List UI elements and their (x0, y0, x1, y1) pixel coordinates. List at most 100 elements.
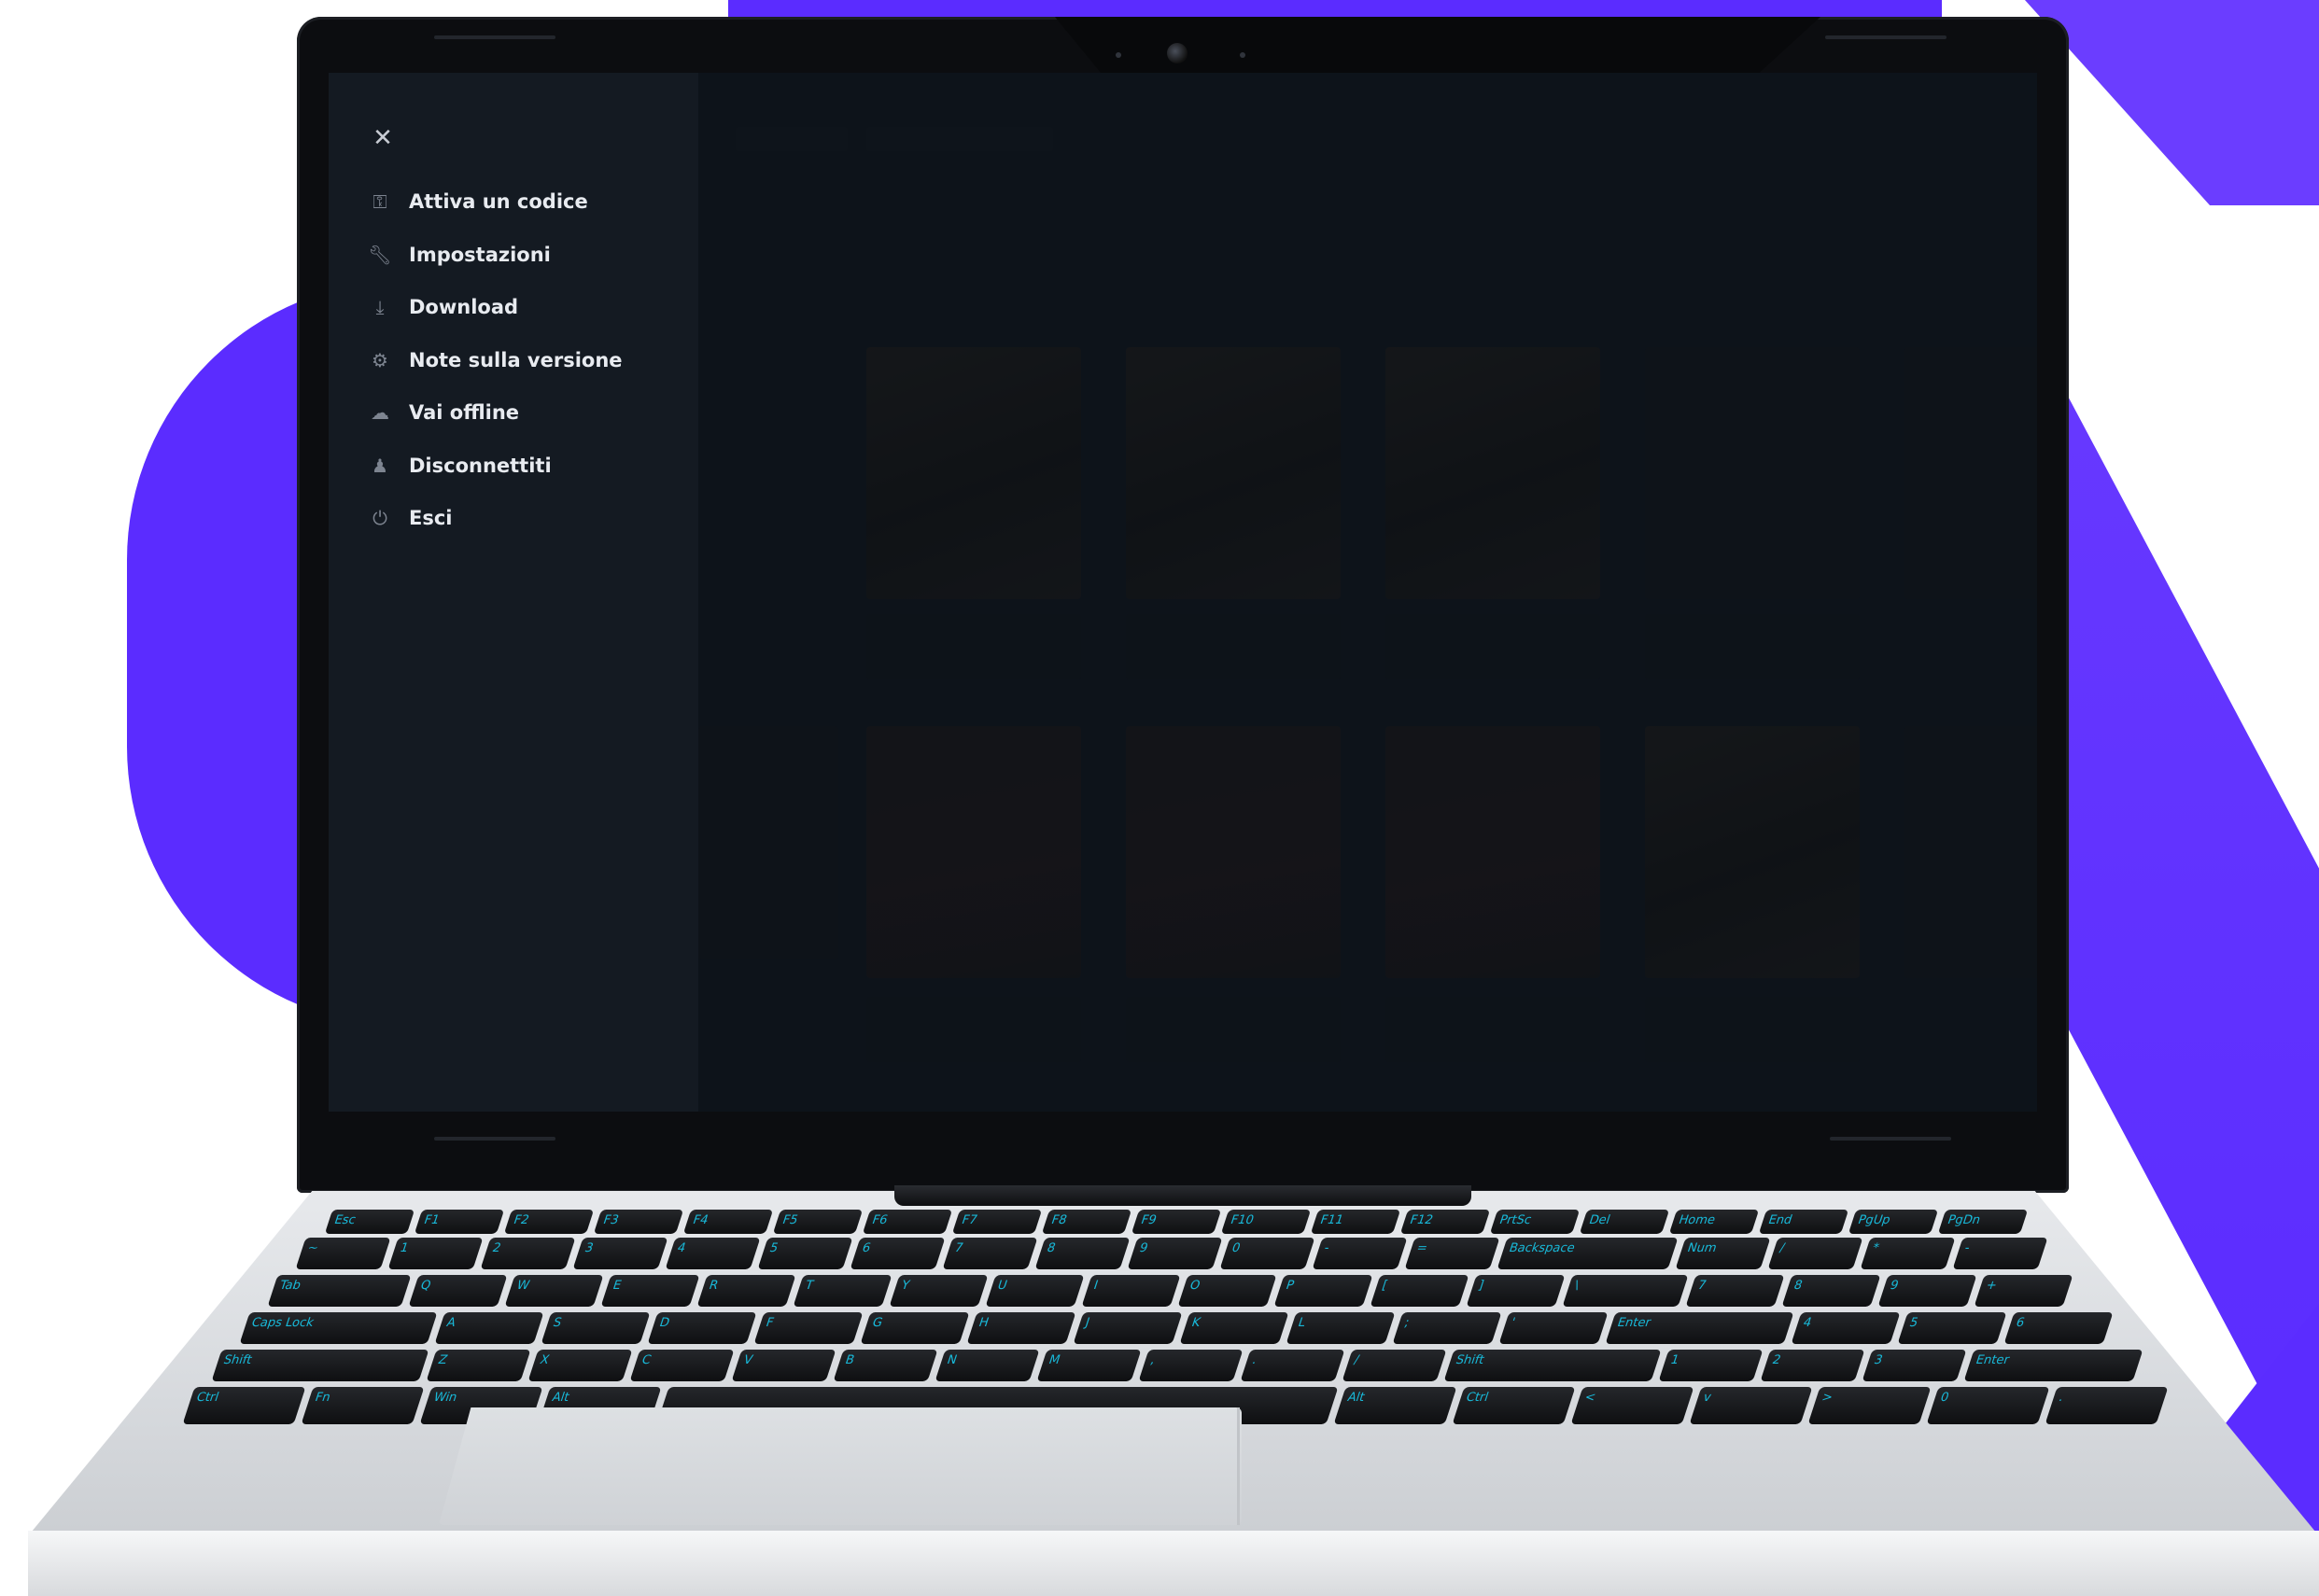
menu-item-disconnettiti[interactable]: ♟ Disconnettiti (366, 445, 674, 486)
keyboard-key[interactable]: 3 (1862, 1350, 1967, 1381)
keyboard-key[interactable]: = (1404, 1238, 1500, 1269)
keyboard-key[interactable]: O (1177, 1275, 1277, 1307)
keyboard-key[interactable]: F6 (862, 1210, 953, 1234)
keyboard-key[interactable]: 0 (1219, 1238, 1315, 1269)
keyboard-key[interactable]: F2 (503, 1210, 595, 1234)
keyboard-key[interactable]: 6 (850, 1238, 946, 1269)
keyboard-key[interactable]: ; (1392, 1312, 1502, 1344)
keyboard-key[interactable]: J (1073, 1312, 1183, 1344)
keyboard-key[interactable]: Z (426, 1350, 531, 1381)
keyboard-key[interactable]: 6 (2003, 1312, 2114, 1344)
keyboard-key[interactable]: F7 (951, 1210, 1043, 1234)
keyboard-key[interactable]: C (629, 1350, 735, 1381)
keyboard-key[interactable]: * (1860, 1238, 1956, 1269)
menu-item-note-versione[interactable]: ⚙ Note sulla versione (366, 340, 674, 381)
keyboard-key[interactable]: 5 (757, 1238, 853, 1269)
keyboard-key[interactable]: K (1179, 1312, 1289, 1344)
keyboard-key[interactable]: 2 (480, 1238, 576, 1269)
menu-item-esci[interactable]: ⏻ Esci (366, 497, 674, 539)
keyboard-key[interactable]: I (1081, 1275, 1181, 1307)
keyboard-key[interactable]: R (696, 1275, 796, 1307)
keyboard-key[interactable]: T (793, 1275, 892, 1307)
keyboard-key[interactable]: S (541, 1312, 651, 1344)
menu-overlay-dimmer[interactable] (698, 73, 2037, 1112)
keyboard-key[interactable]: F11 (1310, 1210, 1401, 1234)
keyboard-key[interactable]: Q (408, 1275, 508, 1307)
keyboard-key[interactable]: v (1689, 1387, 1813, 1424)
keyboard-key[interactable]: U (985, 1275, 1085, 1307)
keyboard-key[interactable]: / (1767, 1238, 1863, 1269)
keyboard-key[interactable]: Shift (211, 1350, 429, 1381)
keyboard-key[interactable]: Tab (267, 1275, 412, 1307)
keyboard-key[interactable]: 7 (942, 1238, 1038, 1269)
keyboard-key[interactable]: F5 (772, 1210, 864, 1234)
keyboard-key[interactable]: Alt (1333, 1387, 1457, 1424)
keyboard-key[interactable]: 3 (572, 1238, 668, 1269)
keyboard-key[interactable]: + (1974, 1275, 2073, 1307)
keyboard-key[interactable]: - (1952, 1238, 2048, 1269)
menu-item-download[interactable]: ⤓ Download (366, 287, 674, 328)
keyboard-key[interactable]: X (527, 1350, 633, 1381)
keyboard-key[interactable]: 8 (1781, 1275, 1881, 1307)
keyboard-key[interactable]: F (753, 1312, 864, 1344)
keyboard-key[interactable]: F1 (414, 1210, 505, 1234)
keyboard-key[interactable]: 4 (1791, 1312, 1901, 1344)
keyboard-key[interactable]: M (1036, 1350, 1142, 1381)
keyboard-key[interactable]: Shift (1443, 1350, 1662, 1381)
keyboard-key[interactable]: G (860, 1312, 970, 1344)
keyboard-key[interactable]: Caps Lock (239, 1312, 438, 1344)
keyboard-key[interactable]: 1 (387, 1238, 484, 1269)
keyboard-key[interactable]: / (1342, 1350, 1447, 1381)
keyboard-key[interactable]: Backspace (1497, 1238, 1679, 1269)
keyboard-key[interactable]: Home (1668, 1210, 1760, 1234)
keyboard-key[interactable]: - (1312, 1238, 1408, 1269)
keyboard-key[interactable]: PgUp (1848, 1210, 1939, 1234)
keyboard-key[interactable]: 9 (1877, 1275, 1977, 1307)
keyboard-key[interactable]: B (833, 1350, 938, 1381)
keyboard-key[interactable]: , (1138, 1350, 1244, 1381)
keyboard-key[interactable]: W (504, 1275, 604, 1307)
touchpad[interactable] (439, 1407, 1242, 1525)
keyboard-key[interactable]: L (1286, 1312, 1396, 1344)
keyboard-key[interactable]: [ (1370, 1275, 1469, 1307)
keyboard-key[interactable]: 4 (665, 1238, 761, 1269)
close-icon[interactable]: ✕ (370, 125, 396, 151)
keyboard-key[interactable]: > (1807, 1387, 1932, 1424)
keyboard-key[interactable]: N (935, 1350, 1040, 1381)
keyboard-key[interactable]: PrtSc (1489, 1210, 1581, 1234)
keyboard-key[interactable]: . (2045, 1387, 2169, 1424)
keyboard-key[interactable]: ' (1498, 1312, 1609, 1344)
keyboard-key[interactable]: F9 (1131, 1210, 1222, 1234)
keyboard-key[interactable]: P (1273, 1275, 1373, 1307)
keyboard-key[interactable]: Esc (324, 1210, 415, 1234)
keyboard-key[interactable]: F10 (1220, 1210, 1312, 1234)
menu-item-impostazioni[interactable]: 🔧︎ Impostazioni (366, 234, 674, 275)
keyboard-key[interactable]: Ctrl (182, 1387, 306, 1424)
keyboard-key[interactable]: D (647, 1312, 757, 1344)
menu-item-vai-offline[interactable]: ☁ Vai offline (366, 392, 674, 433)
keyboard-key[interactable]: H (966, 1312, 1076, 1344)
keyboard-key[interactable]: PgDn (1937, 1210, 2029, 1234)
keyboard-key[interactable]: Fn (301, 1387, 425, 1424)
menu-item-attiva-codice[interactable]: ⚿ Attiva un codice (366, 181, 674, 222)
keyboard-key[interactable]: ] (1466, 1275, 1566, 1307)
keyboard-key[interactable]: 8 (1034, 1238, 1131, 1269)
keyboard-key[interactable]: 2 (1760, 1350, 1865, 1381)
keyboard-key[interactable]: 5 (1897, 1312, 2007, 1344)
keyboard-key[interactable]: 0 (1926, 1387, 2050, 1424)
keyboard-key[interactable]: < (1570, 1387, 1694, 1424)
keyboard-key[interactable]: V (731, 1350, 836, 1381)
keyboard-key[interactable]: Enter (1963, 1350, 2143, 1381)
keyboard-key[interactable]: Enter (1605, 1312, 1794, 1344)
keyboard-key[interactable]: 1 (1658, 1350, 1764, 1381)
keyboard-key[interactable]: F12 (1399, 1210, 1491, 1234)
keyboard-key[interactable]: A (434, 1312, 544, 1344)
keyboard-key[interactable]: F8 (1041, 1210, 1132, 1234)
keyboard-key[interactable]: End (1758, 1210, 1849, 1234)
keyboard-key[interactable]: \ (1562, 1275, 1689, 1307)
keyboard-key[interactable]: F4 (682, 1210, 774, 1234)
keyboard-key[interactable]: . (1240, 1350, 1345, 1381)
keyboard-key[interactable]: E (600, 1275, 700, 1307)
keyboard-key[interactable]: Del (1579, 1210, 1670, 1234)
keyboard-key[interactable]: F3 (593, 1210, 684, 1234)
